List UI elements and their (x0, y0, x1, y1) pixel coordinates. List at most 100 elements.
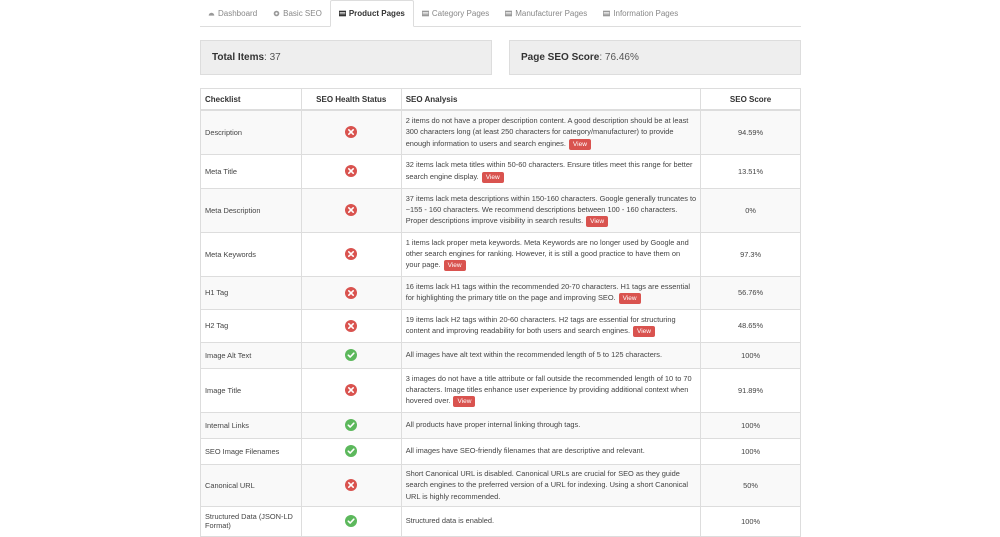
view-button[interactable]: View (568, 138, 591, 150)
analysis-cell: All images have SEO-friendly filenames t… (400, 437, 702, 465)
checklist-cell: Meta Keywords (200, 231, 302, 277)
table-row: Description 2 items do not have a proper … (200, 109, 801, 155)
tab-product-pages[interactable]: Product Pages (329, 0, 414, 27)
status-cell (300, 275, 402, 310)
status-cell (300, 463, 402, 507)
analysis-text: 2 items do not have a proper description… (405, 115, 689, 148)
tab-basic-seo[interactable]: Basic SEO (265, 0, 330, 26)
checklist-cell: H1 Tag (200, 275, 302, 310)
analysis-text: 16 items lack H1 tags within the recomme… (405, 281, 690, 303)
table-row: H2 Tag 19 items lack H2 tags within 20-60… (200, 308, 801, 343)
table-row: Canonical URL Short Canonical URL is disa… (200, 463, 801, 507)
error-circle-icon (345, 286, 358, 299)
error-circle-icon (345, 319, 358, 332)
score-cell: 100% (700, 437, 801, 465)
product-icon (338, 10, 346, 17)
tab-category-pages[interactable]: Category Pages (414, 0, 497, 26)
tab-label: Category Pages (431, 8, 490, 18)
view-button[interactable]: View (618, 293, 641, 305)
analysis-text: All images have SEO-friendly filenames t… (405, 446, 645, 456)
score-cell: 100% (700, 411, 801, 439)
status-cell (300, 308, 402, 343)
score-cell: 94.59% (700, 109, 801, 155)
status-cell (300, 109, 402, 155)
page-seo-score-label: Page SEO Score (521, 52, 600, 63)
score-cell: 0% (700, 187, 801, 233)
page-seo-score-box: Page SEO Score : 76.46% (509, 40, 801, 75)
checklist-cell: Description (200, 109, 302, 155)
dashboard-icon (208, 10, 215, 17)
analysis-text: Short Canonical URL is disabled. Canonic… (405, 468, 689, 501)
page-seo-score-value: : 76.46% (599, 52, 639, 63)
table-row: SEO Image Filenames All images have SEO-f… (200, 437, 801, 465)
view-button[interactable]: View (633, 326, 655, 338)
error-circle-icon (345, 384, 358, 396)
error-circle-icon (345, 479, 358, 491)
check-circle-icon (345, 445, 358, 457)
view-button[interactable]: View (586, 216, 609, 228)
table-row: Meta Description 37 items lack meta descr… (200, 187, 801, 233)
view-button[interactable]: View (453, 396, 476, 408)
error-circle-icon (345, 248, 358, 260)
checklist-cell: H2 Tag (200, 308, 302, 343)
status-cell (300, 187, 402, 233)
total-items-value: : 37 (264, 52, 281, 63)
status-cell (300, 341, 402, 369)
checklist-cell: Image Alt Text (200, 341, 302, 369)
view-button[interactable]: View (443, 260, 466, 272)
table-row: Image Alt Text All images have alt text w… (200, 341, 801, 369)
status-cell (300, 231, 402, 277)
tab-label: Product Pages (348, 9, 405, 18)
analysis-cell: All products have proper internal linkin… (400, 411, 702, 439)
score-cell: 100% (700, 505, 801, 537)
tab-bar: Dashboard Basic SEO Product Pages Category … (200, 0, 801, 27)
error-circle-icon (345, 126, 358, 139)
gear-icon (273, 10, 280, 17)
analysis-text: 32 items lack meta titles within 50-60 c… (405, 160, 693, 181)
seo-checklist-table: Checklist SEO Health Status SEO Analysis… (200, 88, 801, 537)
manufacturer-icon (505, 10, 513, 17)
stats-panel: Total Items : 37 Page SEO Score : 76.46% (200, 40, 801, 76)
check-circle-icon (345, 349, 358, 361)
analysis-cell: Short Canonical URL is disabled. Canonic… (400, 463, 702, 507)
score-cell: 91.89% (700, 367, 801, 413)
analysis-cell: Structured data is enabled. (400, 505, 702, 537)
analysis-text: 37 items lack meta descriptions within 1… (405, 193, 697, 226)
view-button[interactable]: View (481, 171, 504, 183)
analysis-cell: 19 items lack H2 tags within 20-60 chara… (400, 308, 702, 343)
total-items-label: Total Items (212, 52, 265, 63)
error-circle-icon (345, 165, 358, 177)
analysis-text: All products have proper internal linkin… (405, 420, 581, 430)
total-items-box: Total Items : 37 (200, 40, 492, 75)
analysis-text: 3 images do not have a title attribute o… (405, 373, 692, 406)
checklist-cell: Image Title (200, 367, 302, 413)
score-cell: 13.51% (700, 153, 801, 189)
information-icon (603, 10, 611, 17)
table-row: Structured Data (JSON-LD Format) Structur… (200, 505, 801, 537)
tab-information-pages[interactable]: Information Pages (595, 0, 686, 26)
score-cell: 100% (700, 341, 801, 369)
tab-dashboard[interactable]: Dashboard (200, 0, 265, 26)
analysis-cell: 3 images do not have a title attribute o… (400, 367, 702, 413)
score-cell: 48.65% (700, 308, 801, 343)
checklist-cell: Meta Description (200, 187, 302, 233)
status-cell (300, 153, 402, 189)
table-row: Image Title 3 images do not have a title … (200, 367, 801, 413)
tab-manufacturer-pages[interactable]: Manufacturer Pages (497, 0, 595, 26)
tab-label: Information Pages (613, 8, 679, 18)
error-circle-icon (345, 204, 358, 216)
status-cell (300, 411, 402, 439)
analysis-cell: All images have alt text within the reco… (400, 341, 702, 369)
column-header-status: SEO Health Status (300, 88, 402, 111)
checklist-cell: Internal Links (200, 411, 302, 439)
status-cell (300, 505, 402, 537)
table-row: Internal Links All products have proper i… (200, 411, 801, 439)
table-row: Meta Title 32 items lack meta titles with… (200, 153, 801, 189)
tab-label: Manufacturer Pages (515, 8, 588, 18)
analysis-text: Structured data is enabled. (405, 516, 495, 526)
column-header-analysis: SEO Analysis (400, 88, 702, 111)
status-cell (300, 437, 402, 465)
tab-label: Dashboard (218, 8, 258, 18)
analysis-cell: 37 items lack meta descriptions within 1… (400, 187, 702, 233)
table-header-row: Checklist SEO Health Status SEO Analysis… (200, 88, 801, 111)
